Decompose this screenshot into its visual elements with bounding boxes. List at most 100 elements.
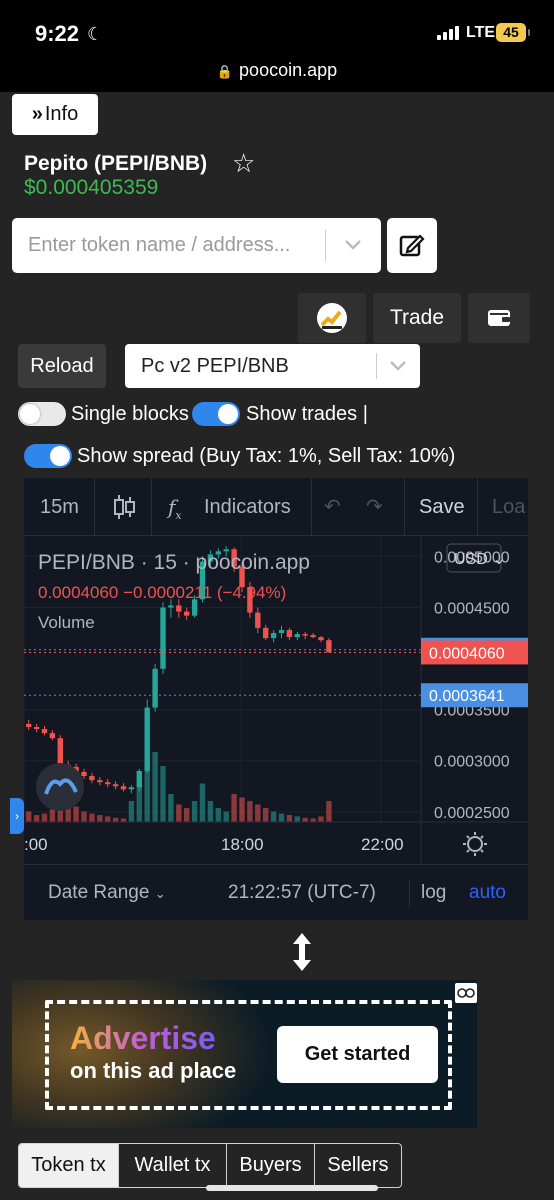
divider [376, 353, 377, 379]
single-blocks-toggle[interactable] [18, 402, 66, 426]
trade-button[interactable]: Trade [373, 293, 461, 343]
show-spread-label: Show spread (Buy Tax: 1%, Sell Tax: 10%) [77, 445, 456, 467]
resize-arrow-icon[interactable] [286, 930, 318, 974]
volume-bar [184, 808, 190, 822]
chevron-down-icon [390, 361, 406, 371]
candle-style-icon[interactable] [112, 478, 136, 536]
wallet-button[interactable] [468, 293, 530, 343]
volume-bar [112, 817, 119, 822]
undo-icon[interactable]: ↶ [324, 478, 341, 536]
interval-button[interactable]: 15m [40, 478, 79, 536]
tab-buyers[interactable]: Buyers [227, 1144, 315, 1187]
divider [404, 478, 405, 536]
divider [151, 478, 152, 536]
candle-body [128, 787, 135, 790]
candle-body [318, 637, 324, 641]
show-spread-toggle[interactable] [24, 444, 72, 468]
volume-bar [286, 815, 293, 822]
chevron-down-icon: ⌄ [154, 886, 166, 901]
tab-sellers[interactable]: Sellers [315, 1144, 401, 1187]
candle-body [294, 634, 300, 638]
ad-info-icon[interactable] [455, 983, 477, 1003]
info-button[interactable]: » Info [12, 94, 98, 135]
price-tag-label: 0.0003641 [429, 688, 505, 705]
volume-bar [302, 817, 308, 822]
currency-label: USD ⌄ [454, 551, 506, 568]
star-icon[interactable]: ☆ [232, 150, 255, 176]
get-started-button[interactable]: Get started [277, 1026, 438, 1083]
transactions-tabs: Token tx Wallet tx Buyers Sellers [18, 1143, 402, 1188]
side-panel-handle[interactable]: › [10, 798, 24, 834]
tab-token-tx[interactable]: Token tx [19, 1144, 119, 1187]
pair-select-value: Pc v2 PEPI/BNB [141, 355, 289, 377]
chart-canvas[interactable]: 0.00050000.00045000.00035000.00030000.00… [24, 536, 528, 864]
candle-body [184, 611, 190, 616]
toggle-knob [20, 404, 40, 424]
double-chevron-icon: » [31, 103, 43, 125]
candle-body [310, 635, 316, 638]
chart-toolbar: 15m fx Indicators ↶ ↷ Save Loa [24, 478, 528, 536]
volume-bar [26, 811, 32, 822]
date-range-button[interactable]: Date Range ⌄ [48, 865, 166, 920]
token-search[interactable] [12, 218, 381, 273]
chart-legend-title: PEPI/BNB · 15 · poocoin.app [38, 551, 310, 574]
info-button-label: Info [44, 103, 79, 125]
volume-bar [128, 801, 135, 822]
search-input[interactable] [12, 218, 324, 273]
volume-bar [278, 813, 285, 822]
indicators-button[interactable]: Indicators [204, 478, 291, 536]
chart-logo-icon [317, 303, 347, 333]
candle-body [270, 633, 277, 639]
show-trades-toggle[interactable] [192, 402, 240, 426]
tradingview-logo-icon[interactable] [36, 763, 84, 811]
volume-bar [49, 809, 56, 822]
candle-body [120, 786, 127, 790]
chart-bottom-bar: Date Range ⌄ 21:22:57 (UTC-7) log auto [24, 864, 528, 920]
divider [477, 478, 478, 536]
save-button[interactable]: Save [419, 478, 465, 536]
candle-body [112, 784, 119, 787]
volume-bar [81, 811, 87, 822]
battery-icon: 45 [496, 23, 530, 42]
volume-bar [152, 752, 158, 822]
divider [311, 478, 312, 536]
pair-select[interactable]: Pc v2 PEPI/BNB [125, 344, 420, 388]
toggle-knob [50, 446, 70, 466]
candle-body [263, 627, 269, 639]
candle-body [105, 782, 111, 785]
address-bar[interactable]: 🔒 poocoin.app [0, 52, 554, 92]
tab-wallet-tx[interactable]: Wallet tx [119, 1144, 227, 1187]
candle-body [302, 634, 308, 636]
reload-button[interactable]: Reload [18, 344, 106, 388]
candle-body [49, 733, 56, 739]
volume-bar [263, 808, 269, 822]
candle-body [26, 723, 32, 728]
redo-icon[interactable]: ↷ [366, 478, 383, 536]
divider [409, 879, 410, 907]
signal-icon [437, 26, 461, 40]
candle-body [41, 729, 48, 734]
load-button[interactable]: Loa [492, 478, 525, 536]
chart-view-button[interactable] [298, 293, 366, 343]
log-scale-toggle[interactable]: log [421, 865, 446, 920]
ad-title: Advertise [70, 1020, 216, 1056]
y-tick-label: 0.0002500 [434, 805, 510, 822]
candle-body [176, 605, 182, 612]
chevron-down-icon[interactable] [339, 232, 367, 258]
volume-bar [239, 797, 245, 822]
volume-bar [294, 816, 300, 822]
volume-bar [176, 804, 182, 822]
ad-banner[interactable]: Advertise on this ad place Get started [12, 980, 477, 1128]
volume-bar [247, 801, 253, 822]
volume-bar [160, 766, 166, 822]
candle-body [326, 640, 332, 653]
volume-bar [73, 806, 79, 822]
price-chart-widget[interactable]: 15m fx Indicators ↶ ↷ Save Loa 0.0005000… [24, 478, 528, 920]
moon-icon: ☾ [87, 24, 104, 44]
clock-time: 9:22 [35, 21, 80, 46]
auto-scale-toggle[interactable]: auto [469, 865, 506, 920]
volume-bar [326, 801, 332, 822]
volume-bar [310, 818, 316, 822]
edit-button[interactable] [387, 218, 437, 273]
candle-body [97, 780, 103, 783]
